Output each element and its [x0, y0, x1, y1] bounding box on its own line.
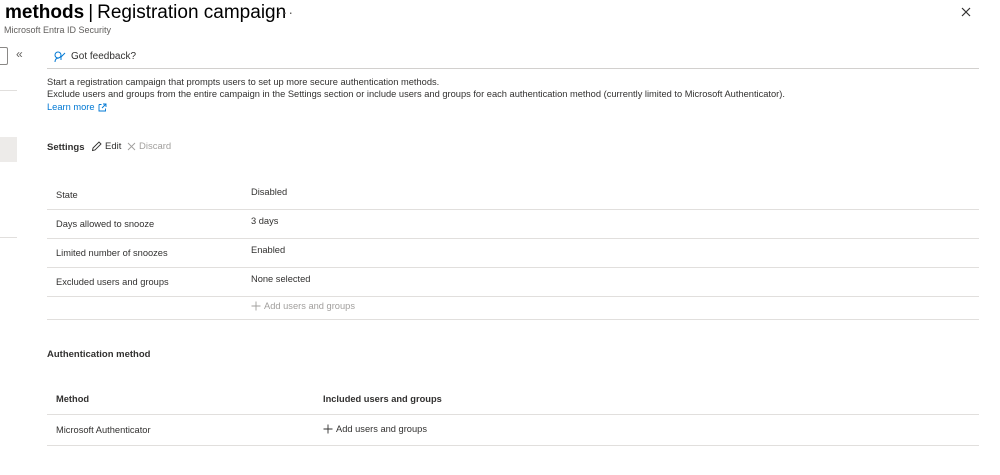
discard-icon [127, 142, 136, 151]
left-divider [0, 237, 17, 238]
column-header-method: Method [56, 394, 90, 404]
plus-icon [323, 424, 333, 434]
settings-row-label: State [56, 190, 78, 200]
settings-row-value: None selected [251, 274, 311, 284]
description-line-1: Start a registration campaign that promp… [47, 77, 440, 87]
settings-row-label: Excluded users and groups [56, 277, 169, 287]
method-name: Microsoft Authenticator [56, 425, 151, 435]
row-divider [47, 267, 979, 268]
auth-method-title: Authentication method [47, 349, 151, 360]
pencil-icon [91, 141, 102, 152]
settings-row-value: Enabled [251, 245, 286, 255]
row-divider [47, 414, 979, 415]
settings-row-value: Disabled [251, 187, 288, 197]
row-divider [47, 445, 979, 446]
add-users-label: Add users and groups [336, 424, 427, 434]
learn-more-link[interactable]: Learn more [47, 102, 107, 112]
feedback-icon [54, 51, 66, 62]
feedback-button[interactable]: Got feedback? [53, 48, 136, 64]
add-included-users-button[interactable]: Add users and groups [323, 424, 427, 434]
page-subtitle: Microsoft Entra ID Security [4, 25, 112, 35]
row-divider [47, 209, 979, 210]
add-excluded-users-button[interactable]: Add users and groups [251, 301, 355, 311]
title-separator: | [88, 2, 94, 23]
row-divider [47, 238, 979, 239]
learn-more-label: Learn more [47, 102, 95, 112]
page-title: methods | Registration campaign [5, 2, 286, 24]
column-header-included-users: Included users and groups [323, 394, 442, 404]
discard-label: Discard [139, 141, 172, 152]
page-title-rest: Registration campaign [97, 2, 287, 23]
page-title-bold: methods [5, 2, 85, 23]
close-button[interactable] [958, 4, 974, 20]
close-icon [961, 7, 971, 17]
edit-label: Edit [105, 141, 122, 152]
command-bar-divider [47, 68, 979, 69]
collapse-panel-button[interactable]: « [16, 47, 23, 61]
edit-button[interactable]: Edit [91, 141, 121, 152]
add-users-label: Add users and groups [264, 301, 355, 311]
settings-row-value: 3 days [251, 216, 279, 226]
feedback-label: Got feedback? [71, 50, 137, 62]
description-line-2: Exclude users and groups from the entire… [47, 89, 785, 99]
discard-button[interactable]: Discard [127, 141, 171, 152]
row-divider [47, 319, 979, 320]
external-link-icon [98, 103, 106, 111]
left-divider [0, 90, 17, 91]
left-search-input[interactable] [0, 47, 8, 65]
settings-row-label: Limited number of snoozes [56, 248, 168, 258]
row-divider [47, 296, 979, 297]
plus-icon [251, 301, 261, 311]
settings-title: Settings [47, 142, 85, 153]
left-nav-selected-item[interactable] [0, 137, 17, 162]
more-options-button[interactable]: ··· [277, 4, 294, 20]
settings-row-label: Days allowed to snooze [56, 219, 155, 229]
